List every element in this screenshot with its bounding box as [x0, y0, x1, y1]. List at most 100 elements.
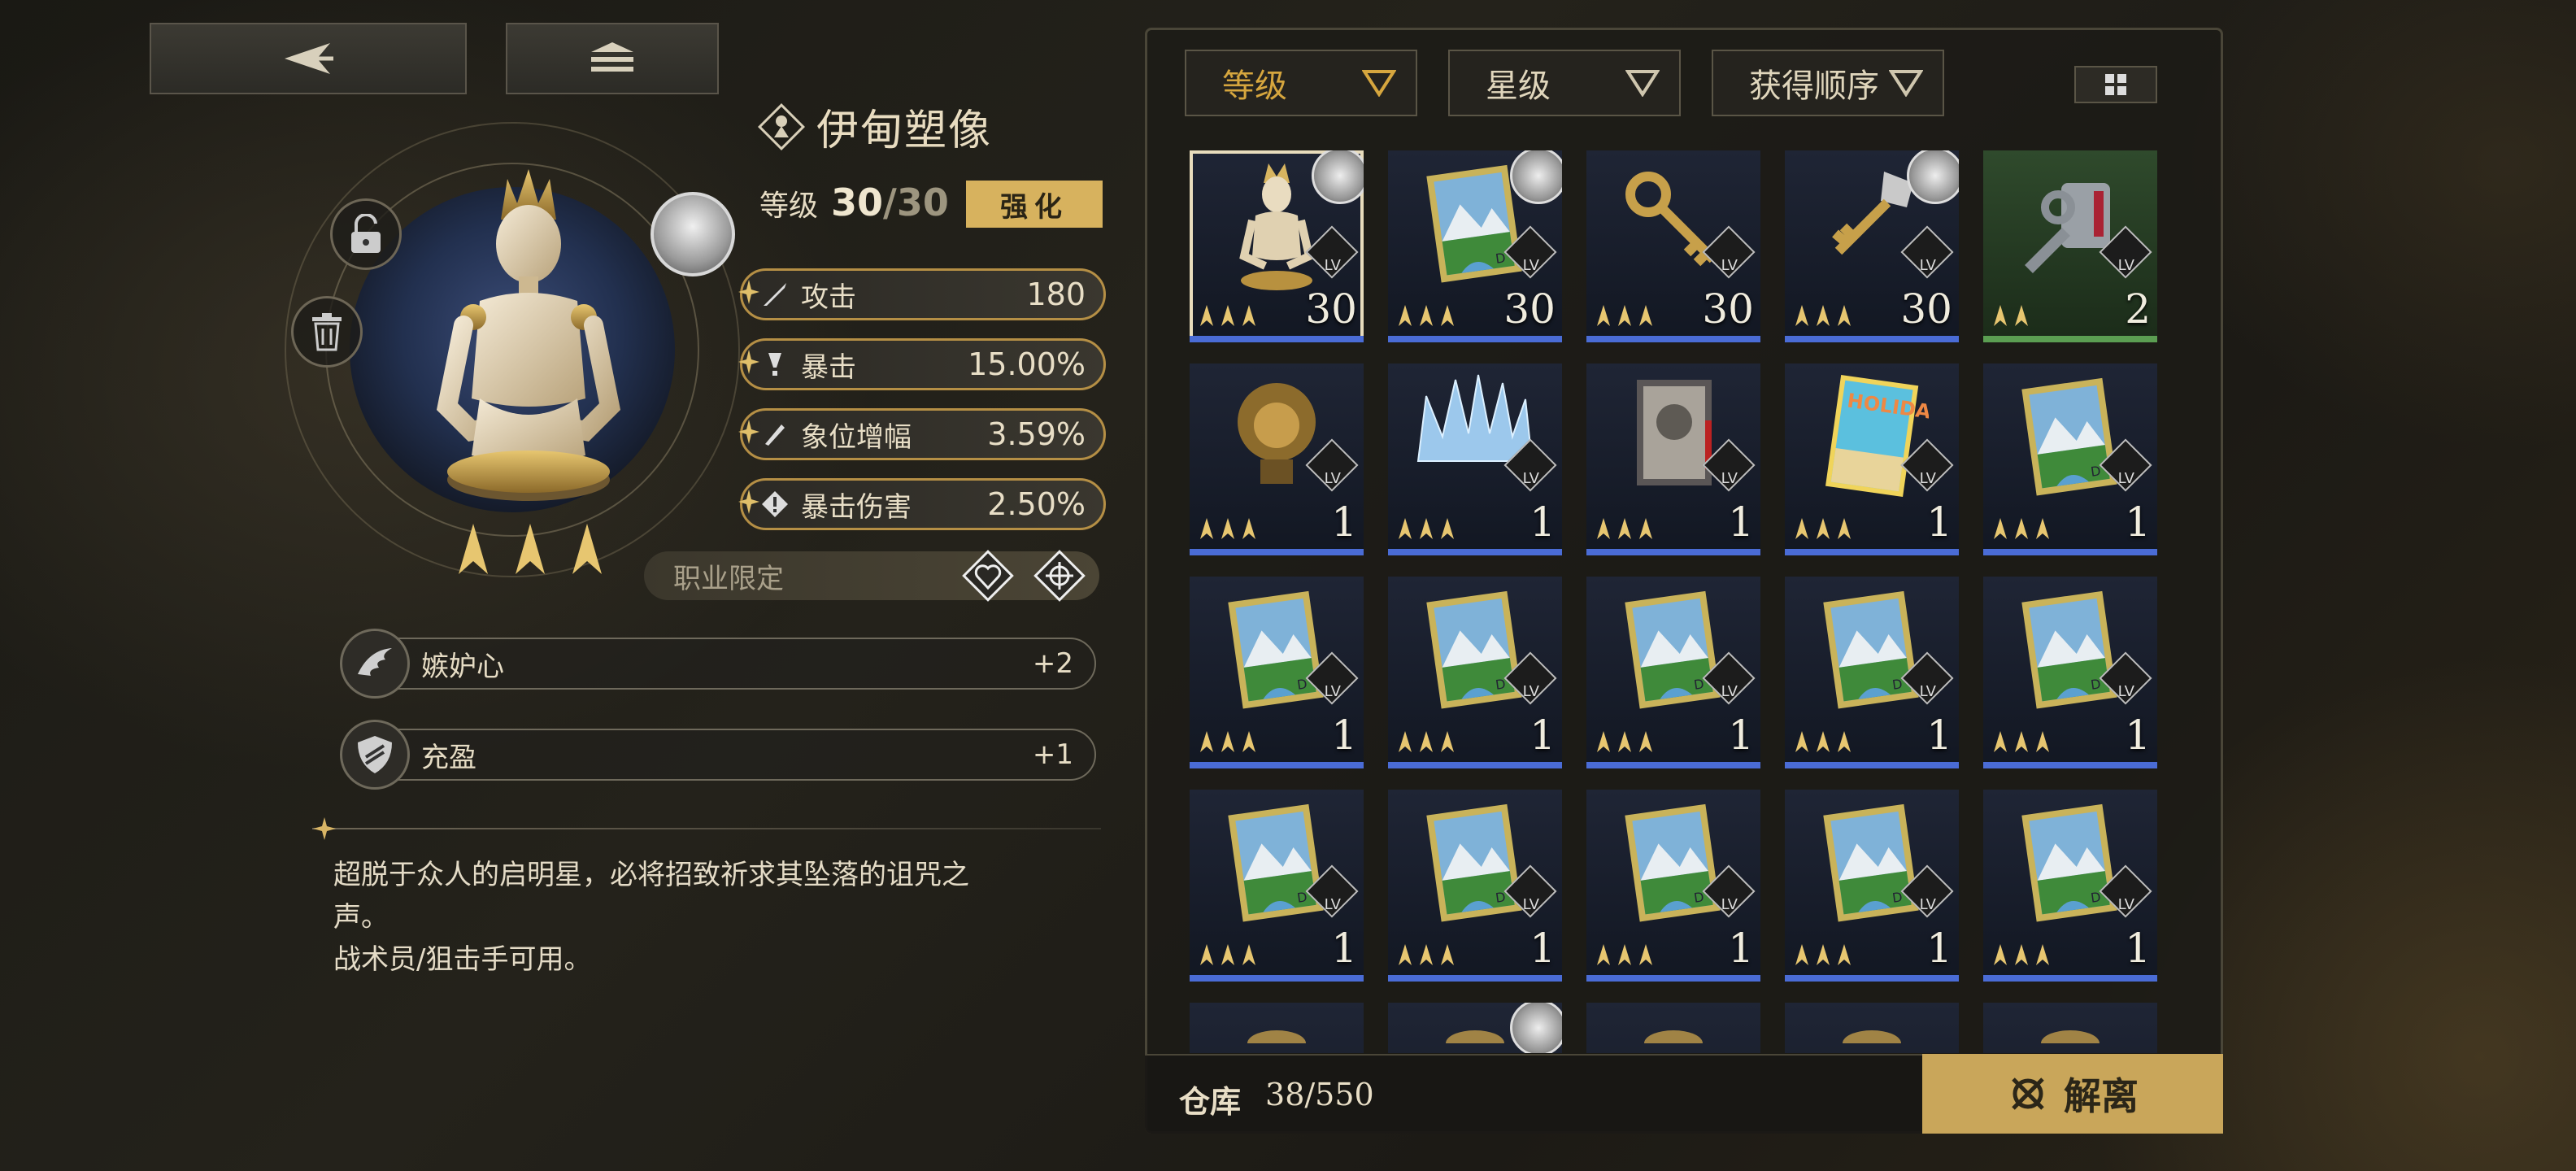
- inventory-item-card[interactable]: D LV 1: [1785, 790, 1959, 982]
- item-level: 1: [1728, 712, 1754, 759]
- item-lv-label: LV: [1324, 257, 1341, 274]
- inventory-item-card[interactable]: LV 30: [1785, 150, 1959, 342]
- rarity-bar: [1388, 336, 1562, 342]
- skill-value: +1: [1032, 738, 1073, 771]
- inventory-item-card[interactable]: HOLIDAY LV 1: [1785, 363, 1959, 555]
- inventory-item-card[interactable]: [1586, 1003, 1760, 1053]
- inventory-item-card[interactable]: D LV 1: [1586, 790, 1760, 982]
- inventory-item-card[interactable]: [1983, 1003, 2157, 1053]
- item-stars: [1991, 516, 2052, 541]
- rarity-bar: [1190, 762, 1364, 768]
- skill-name: 嫉妒心: [421, 650, 504, 683]
- item-lv-label: LV: [1522, 470, 1539, 487]
- inventory-item-card[interactable]: D LV 30: [1388, 150, 1562, 342]
- star-icon: [1399, 305, 1412, 326]
- star-icon: [1817, 731, 1830, 752]
- star-icon: [1399, 518, 1412, 539]
- inventory-item-card[interactable]: D LV 1: [1983, 577, 2157, 768]
- item-level: 1: [1331, 498, 1357, 546]
- filter-level-dropdown[interactable]: 等级: [1185, 50, 1417, 116]
- item-lv-label: LV: [1919, 257, 1936, 274]
- rarity-bar: [1586, 762, 1760, 768]
- item-stars: [1793, 516, 1853, 541]
- home-button[interactable]: [506, 23, 719, 94]
- item-portrait: [436, 169, 621, 501]
- item-lv-label: LV: [1721, 683, 1738, 700]
- inventory-item-card[interactable]: D LV 1: [1388, 790, 1562, 982]
- item-stars: [1198, 729, 1258, 754]
- enhance-label: 强化: [1000, 190, 1068, 224]
- description-line: 声。: [333, 901, 389, 934]
- item-stars: [1991, 303, 2030, 328]
- filter-order-dropdown[interactable]: 获得顺序: [1712, 50, 1944, 116]
- item-level: 1: [1530, 712, 1556, 759]
- item-lv-label: LV: [1522, 683, 1539, 700]
- star-icon: [2015, 731, 2028, 752]
- item-stars: [1198, 303, 1258, 328]
- inventory-item-card[interactable]: [1190, 1003, 1364, 1053]
- inventory-item-card[interactable]: LV 30: [1190, 150, 1364, 342]
- rarity-bar: [1785, 549, 1959, 555]
- stack-icon: [591, 42, 633, 72]
- back-button[interactable]: [150, 23, 467, 94]
- description-divider: [312, 828, 1101, 829]
- dismantle-label: 解离: [2064, 1074, 2139, 1118]
- dismantle-button[interactable]: 解离: [1922, 1054, 2223, 1134]
- warehouse-count: 38/550: [1265, 1077, 1374, 1112]
- star-icon: [1838, 305, 1851, 326]
- description-line: 超脱于众人的启明星，必将招致祈求其坠落的诅咒之: [333, 859, 969, 891]
- inventory-item-card[interactable]: [1785, 1003, 1959, 1053]
- view-toggle-button[interactable]: [2074, 66, 2157, 103]
- inventory-item-card[interactable]: LV 1: [1388, 363, 1562, 555]
- inventory-item-card[interactable]: D LV 1: [1983, 790, 2157, 982]
- item-level: 1: [1728, 925, 1754, 972]
- stat-name: 攻击: [801, 281, 856, 314]
- lock-button[interactable]: [330, 198, 402, 270]
- star-icon: [2036, 518, 2049, 539]
- inventory-item-card[interactable]: LV 1: [1586, 363, 1760, 555]
- inventory-item-card[interactable]: D LV 1: [1983, 363, 2157, 555]
- stat-name: 暴击伤害: [801, 490, 912, 524]
- item-stars: [1595, 516, 1655, 541]
- star-icon: [1994, 305, 2007, 326]
- rarity-bar: [1586, 549, 1760, 555]
- inventory-item-card[interactable]: D LV 1: [1785, 577, 1959, 768]
- item-level: 30: [1503, 285, 1556, 333]
- item-art: [1586, 1011, 1760, 1043]
- level-current: 30: [831, 181, 884, 224]
- skill-name: 充盈: [421, 741, 476, 774]
- grid-view-icon: [2105, 74, 2126, 95]
- star-icon: [572, 524, 602, 574]
- level-label: 等级: [759, 189, 819, 223]
- heart-class-icon[interactable]: [959, 547, 1016, 604]
- inventory-item-card[interactable]: LV 1: [1190, 363, 1364, 555]
- item-level: 30: [1305, 285, 1357, 333]
- star-icon: [1994, 944, 2007, 965]
- skill-envy[interactable]: 嫉妒心 +2: [340, 629, 1096, 699]
- crosshair-class-icon[interactable]: [1031, 547, 1088, 604]
- back-arrow-icon: [285, 43, 333, 74]
- item-level: 1: [1926, 498, 1952, 546]
- star-icon: [1795, 731, 1808, 752]
- equipped-character-avatar[interactable]: [651, 192, 735, 276]
- inventory-item-card[interactable]: D LV 1: [1190, 577, 1364, 768]
- rarity-bar: [1388, 762, 1562, 768]
- skill-fullness[interactable]: 充盈 +1: [340, 720, 1096, 790]
- stat-phase-boost: 象位增幅 3.59%: [740, 408, 1106, 460]
- star-icon: [1441, 305, 1454, 326]
- inventory-item-card[interactable]: D LV 1: [1190, 790, 1364, 982]
- item-lv-label: LV: [1721, 470, 1738, 487]
- inventory-item-card[interactable]: LV 30: [1586, 150, 1760, 342]
- filter-star-dropdown[interactable]: 星级: [1448, 50, 1681, 116]
- inventory-item-card[interactable]: [1388, 1003, 1562, 1053]
- enhance-button[interactable]: 强化: [966, 181, 1103, 228]
- item-level: 1: [1331, 712, 1357, 759]
- wing-icon: [358, 648, 392, 676]
- inventory-item-card[interactable]: D LV 1: [1586, 577, 1760, 768]
- delete-button[interactable]: [291, 296, 363, 368]
- rarity-bar: [1190, 549, 1364, 555]
- class-limit-bar: 职业限定: [644, 550, 1099, 602]
- item-stars: [1396, 303, 1456, 328]
- inventory-item-card[interactable]: LV 2: [1983, 150, 2157, 342]
- inventory-item-card[interactable]: D LV 1: [1388, 577, 1562, 768]
